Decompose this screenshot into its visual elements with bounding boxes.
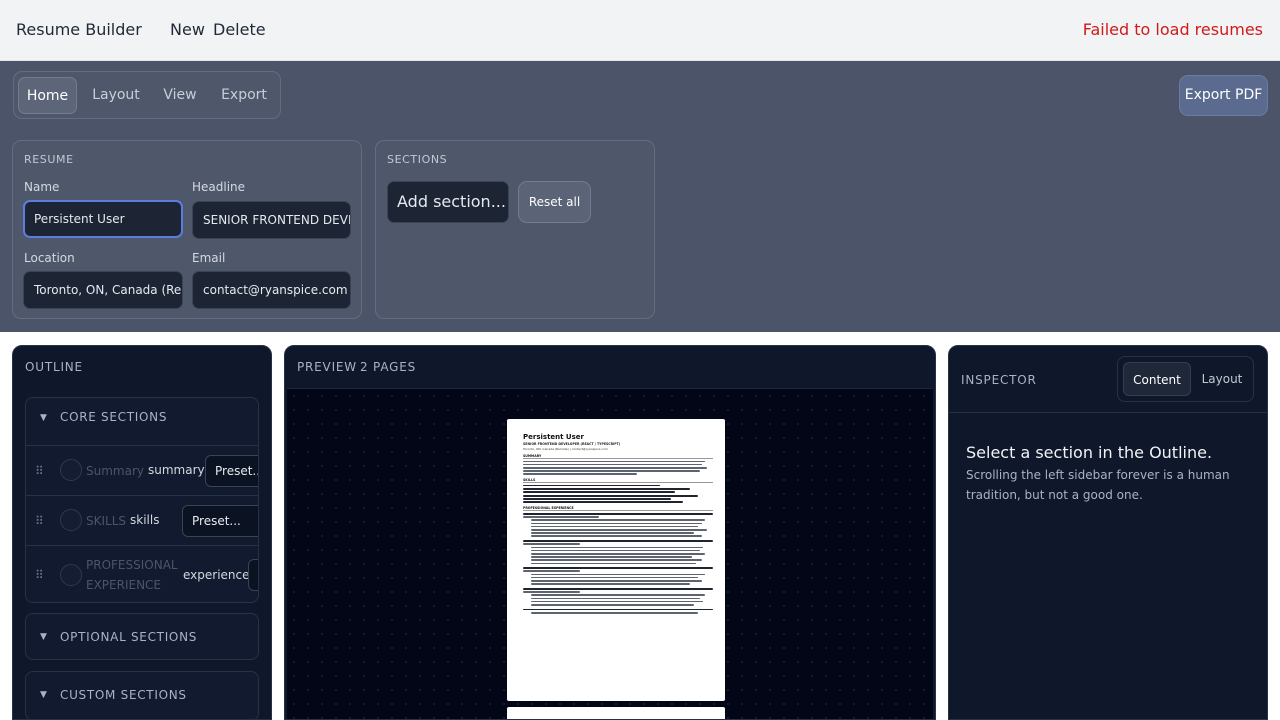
preview-section-heading: PROFESSIONAL EXPERIENCE xyxy=(523,506,713,512)
page-count: 2 PAGES xyxy=(360,360,417,374)
preview-contact: Toronto, ON, Canada (Remote) | contact@r… xyxy=(523,447,608,451)
preset-select[interactable]: Preset... xyxy=(182,505,258,537)
export-pdf-button[interactable]: Export PDF xyxy=(1179,75,1268,116)
section-name: PROFESSIONAL EXPERIENCE xyxy=(86,558,178,592)
app-title: Resume Builder xyxy=(16,20,142,39)
resume-page-1[interactable]: Persistent User SENIOR FRONTEND DEVELOPE… xyxy=(507,419,725,701)
ribbon: Home Layout View Export Export PDF RESUM… xyxy=(0,61,1280,332)
location-field[interactable]: Toronto, ON, Canada (Remote) xyxy=(23,271,183,309)
tab-content[interactable]: Content xyxy=(1123,362,1191,396)
tab-home[interactable]: Home xyxy=(18,77,77,114)
inspector-body: Scrolling the left sidebar forever is a … xyxy=(966,468,1230,502)
list-item: ⠿ Summary summary Preset... xyxy=(26,445,258,495)
outline-title: OUTLINE xyxy=(25,360,83,374)
drag-handle-icon[interactable]: ⠿ xyxy=(35,568,44,582)
sections-card: SECTIONS Add section... Reset all xyxy=(375,140,655,319)
section-name: Summary xyxy=(86,464,144,478)
name-field[interactable]: Persistent User xyxy=(23,200,183,238)
add-section-select[interactable]: Add section... xyxy=(387,181,509,223)
core-sections-header[interactable]: ▼ CORE SECTIONS xyxy=(26,398,258,440)
new-resume-button[interactable]: New xyxy=(170,20,205,39)
tab-view[interactable]: View xyxy=(156,77,204,114)
headline-field[interactable]: SENIOR FRONTEND DEVELOPER (REACT / TYPES… xyxy=(192,201,351,239)
section-key: skills xyxy=(130,513,160,527)
load-error-message: Failed to load resumes xyxy=(1082,20,1263,39)
preview-panel: PREVIEW 2 PAGES Persistent User SENIOR F… xyxy=(284,345,936,720)
preview-section-heading: SUMMARY xyxy=(523,454,713,459)
chevron-down-icon: ▼ xyxy=(40,632,47,642)
reset-all-button[interactable]: Reset all xyxy=(518,181,591,223)
drag-handle-icon[interactable]: ⠿ xyxy=(35,464,44,478)
custom-sections-label: CUSTOM SECTIONS xyxy=(60,688,187,702)
sections-card-title: SECTIONS xyxy=(387,153,448,166)
preview-title: PREVIEW xyxy=(297,360,357,374)
name-label: Name xyxy=(24,180,60,194)
resume-page-2[interactable] xyxy=(507,707,725,719)
core-sections-group: ▼ CORE SECTIONS ⠿ Summary summary Preset… xyxy=(25,397,259,603)
ribbon-tab-group: Home Layout View Export xyxy=(13,71,281,119)
preview-name: Persistent User xyxy=(523,433,584,441)
core-sections-label: CORE SECTIONS xyxy=(60,410,168,424)
list-item: ⠿ PROFESSIONAL EXPERIENCE experience xyxy=(26,545,258,602)
chevron-down-icon: ▼ xyxy=(40,413,47,423)
optional-sections-label: OPTIONAL SECTIONS xyxy=(60,630,198,644)
headline-label: Headline xyxy=(192,180,246,194)
chevron-down-icon: ▼ xyxy=(40,690,47,700)
tab-layout[interactable]: Layout xyxy=(86,77,146,114)
preview-headline: SENIOR FRONTEND DEVELOPER (REACT / TYPES… xyxy=(523,442,621,446)
preview-section-heading: SKILLS xyxy=(523,478,713,483)
inspector-tab-group: Content Layout xyxy=(1117,356,1254,402)
preview-canvas[interactable]: Persistent User SENIOR FRONTEND DEVELOPE… xyxy=(287,388,933,719)
section-key: experience xyxy=(183,568,250,582)
email-label: Email xyxy=(192,251,226,265)
resume-card: RESUME Name Persistent User Headline SEN… xyxy=(12,140,362,319)
email-field[interactable]: contact@ryanspice.com xyxy=(192,271,351,309)
inspector-panel: INSPECTOR Content Layout Select a sectio… xyxy=(948,345,1268,720)
outline-panel: OUTLINE ▼ CORE SECTIONS ⠿ Summary summar… xyxy=(12,345,272,720)
delete-resume-button[interactable]: Delete xyxy=(213,20,266,39)
location-label: Location xyxy=(24,251,75,265)
section-key: summary xyxy=(148,463,205,477)
preset-select[interactable] xyxy=(248,559,258,591)
inspector-divider xyxy=(949,412,1267,413)
tab-inspector-layout[interactable]: Layout xyxy=(1194,362,1250,396)
top-bar: Resume Builder New Delete Failed to load… xyxy=(0,0,1280,61)
tab-export[interactable]: Export xyxy=(214,77,274,114)
section-toggle[interactable] xyxy=(60,509,82,531)
preset-select[interactable]: Preset... xyxy=(205,455,258,487)
inspector-title: INSPECTOR xyxy=(961,373,1037,387)
section-name: SKILLS xyxy=(86,514,127,528)
optional-sections-group[interactable]: ▼ OPTIONAL SECTIONS xyxy=(25,613,259,660)
resume-card-title: RESUME xyxy=(24,153,74,166)
section-toggle[interactable] xyxy=(60,564,82,586)
drag-handle-icon[interactable]: ⠿ xyxy=(35,514,44,528)
list-item: ⠿ SKILLS skills Preset... xyxy=(26,495,258,545)
section-toggle[interactable] xyxy=(60,459,82,481)
inspector-heading: Select a section in the Outline. xyxy=(966,443,1213,462)
custom-sections-group[interactable]: ▼ CUSTOM SECTIONS xyxy=(25,671,259,719)
